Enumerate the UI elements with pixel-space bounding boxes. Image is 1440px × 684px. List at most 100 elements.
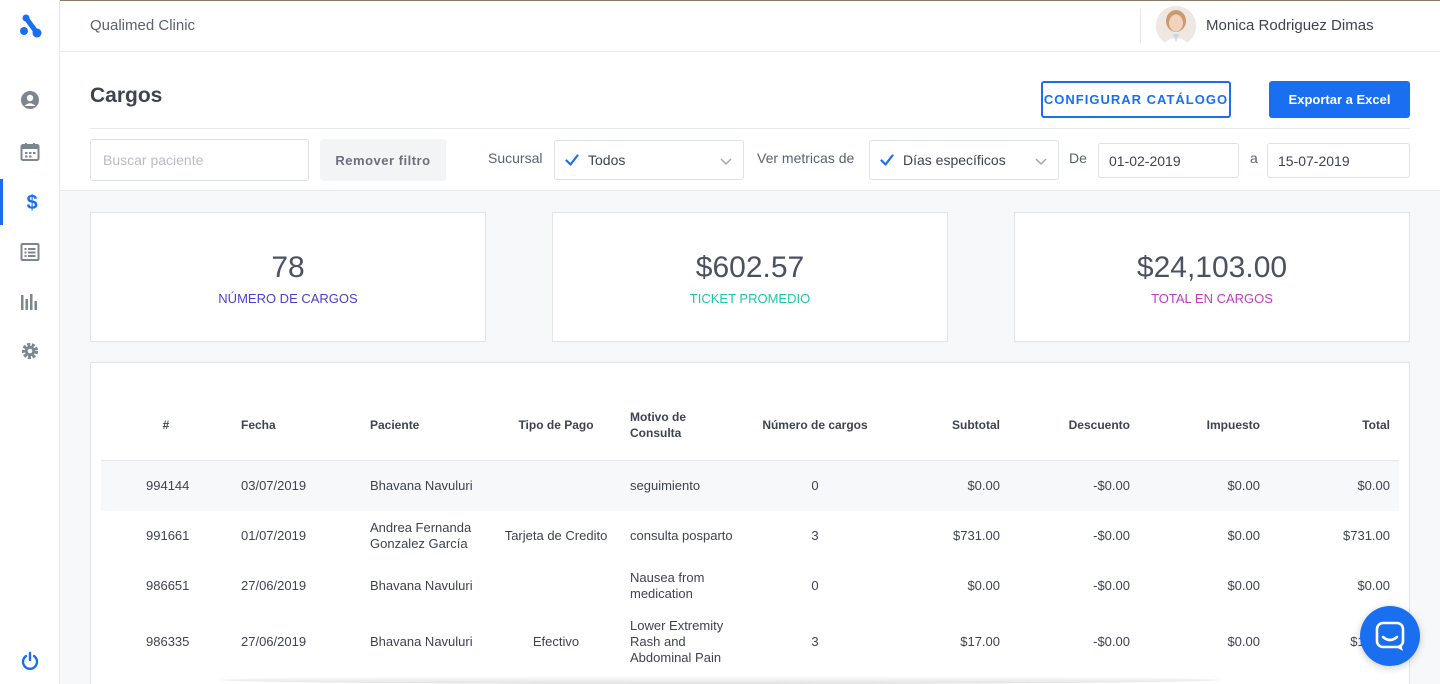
cell-charge-count: 0	[811, 578, 819, 593]
cell-patient[interactable]: Andrea Fernanda Gonzalez García	[370, 520, 490, 552]
from-date-input[interactable]	[1098, 143, 1239, 178]
cell-discount: -$0.00	[1093, 634, 1130, 649]
stat-value: 78	[271, 251, 305, 284]
cell-patient[interactable]: Bhavana Navuluri	[370, 578, 490, 594]
cell-total: $0.00	[1357, 578, 1390, 593]
logout-button[interactable]	[0, 638, 60, 684]
column-header-charge-count[interactable]: Número de cargos	[745, 417, 885, 433]
stat-value: $24,103.00	[1136, 251, 1288, 284]
metrics-select[interactable]: Días específicos	[869, 140, 1059, 180]
cell-tax: $0.00	[1227, 528, 1260, 543]
cell-id: 986335	[146, 634, 190, 649]
stat-card-total-charges: $24,103.00 TOTAL EN CARGOS	[1014, 212, 1410, 342]
cell-payment-type: Tarjeta de Credito	[504, 528, 608, 543]
cell-id: 994144	[146, 478, 190, 493]
avatar-photo-icon	[1156, 6, 1196, 46]
sidebar-item-reports[interactable]	[0, 279, 60, 325]
table-row[interactable]: 986335 27/06/2019 Bhavana Navuluri Efect…	[101, 611, 1399, 671]
stat-card-average-ticket: $602.57 TICKET PROMEDIO	[552, 212, 948, 342]
export-excel-button[interactable]: Exportar a Excel	[1269, 81, 1410, 118]
chat-bubble-icon	[1375, 621, 1405, 651]
app-logo-icon[interactable]	[18, 13, 44, 39]
main-content: Cargos CONFIGURAR CATÁLOGO Exportar a Ex…	[60, 52, 1440, 684]
cell-patient[interactable]: Bhavana Navuluri	[370, 634, 490, 650]
chat-launcher-button[interactable]	[1360, 606, 1420, 666]
column-header-reason[interactable]: Motivo de Consulta	[630, 409, 710, 441]
list-icon	[20, 243, 40, 261]
configure-catalog-button[interactable]: CONFIGURAR CATÁLOGO	[1041, 81, 1231, 118]
cell-reason: seguimiento	[630, 478, 701, 493]
cell-charge-count: 3	[811, 528, 819, 543]
table-row[interactable]: 986651 27/06/2019 Bhavana Navuluri Nause…	[101, 561, 1399, 611]
column-header-tax[interactable]: Impuesto	[1180, 417, 1260, 433]
stat-label: NÚMERO DE CARGOS	[218, 291, 358, 306]
column-header-date[interactable]: Fecha	[241, 417, 276, 433]
stat-label: TOTAL EN CARGOS	[1151, 291, 1273, 306]
cell-date: 27/06/2019	[241, 634, 307, 649]
sidebar-item-patients[interactable]	[0, 77, 60, 123]
to-label: a	[1250, 150, 1258, 166]
cell-total: $0.00	[1357, 478, 1390, 493]
cell-discount: -$0.00	[1093, 578, 1130, 593]
charges-table: # Fecha Paciente Tipo de Pago Motivo de …	[90, 362, 1410, 684]
avatar[interactable]	[1156, 6, 1196, 46]
column-header-subtotal[interactable]: Subtotal	[920, 417, 1000, 433]
gear-icon	[21, 342, 39, 360]
sidebar-item-records[interactable]	[0, 229, 60, 275]
chevron-down-icon	[1035, 158, 1047, 166]
sidebar: $	[0, 0, 60, 684]
top-bar: Qualimed Clinic Monica Rodriguez Dimas	[60, 0, 1440, 52]
cell-reason: Nausea from medication	[630, 570, 705, 601]
cell-tax: $0.00	[1227, 478, 1260, 493]
cell-payment-type: Efectivo	[532, 634, 580, 649]
branch-select[interactable]: Todos	[554, 140, 744, 180]
user-circle-icon	[21, 91, 39, 109]
cell-charge-count: 0	[811, 478, 819, 493]
divider	[90, 128, 1410, 129]
column-header-payment-type[interactable]: Tipo de Pago	[496, 417, 616, 433]
cell-patient[interactable]: Bhavana Navuluri	[370, 478, 490, 494]
check-icon	[880, 154, 894, 166]
calendar-icon	[20, 143, 40, 161]
column-header-id[interactable]: #	[146, 417, 186, 433]
cell-reason: consulta posparto	[630, 528, 733, 543]
sidebar-item-settings[interactable]	[0, 328, 60, 374]
stat-value: $602.57	[695, 251, 805, 284]
table-row[interactable]: 994144 03/07/2019 Bhavana Navuluri segui…	[101, 461, 1399, 511]
search-patient-input[interactable]	[90, 139, 309, 181]
scroll-shadow	[220, 676, 1220, 684]
branch-label: Sucursal	[488, 150, 543, 166]
divider	[1140, 9, 1141, 43]
cell-discount: -$0.00	[1093, 528, 1130, 543]
cell-date: 01/07/2019	[241, 528, 307, 543]
stat-label: TICKET PROMEDIO	[689, 291, 811, 306]
sidebar-item-charges[interactable]: $	[0, 179, 60, 225]
page-title: Cargos	[90, 84, 163, 107]
metrics-label: Ver metricas de	[757, 150, 855, 166]
cell-total: $731.00	[1343, 528, 1390, 543]
check-icon	[565, 154, 579, 166]
column-header-total[interactable]: Total	[1310, 417, 1390, 433]
cell-subtotal: $731.00	[953, 528, 1000, 543]
page-header: Cargos CONFIGURAR CATÁLOGO Exportar a Ex…	[60, 52, 1440, 191]
cell-id: 986651	[146, 578, 190, 593]
cell-subtotal: $0.00	[967, 578, 1000, 593]
cell-id: 991661	[146, 528, 190, 543]
clinic-name: Qualimed Clinic	[90, 17, 196, 34]
user-name[interactable]: Monica Rodriguez Dimas	[1206, 17, 1374, 34]
column-header-discount[interactable]: Descuento	[1050, 417, 1130, 433]
cell-discount: -$0.00	[1093, 478, 1130, 493]
table-row[interactable]: 991661 01/07/2019 Andrea Fernanda Gonzal…	[101, 511, 1399, 561]
column-header-patient[interactable]: Paciente	[370, 417, 419, 433]
cell-tax: $0.00	[1227, 634, 1260, 649]
power-icon	[21, 651, 39, 670]
svg-text:$: $	[26, 192, 37, 212]
cell-date: 03/07/2019	[241, 478, 307, 493]
sidebar-item-calendar[interactable]	[0, 129, 60, 175]
to-date-input[interactable]	[1267, 143, 1410, 178]
cell-reason: Lower Extremity Rash and Abdominal Pain	[630, 618, 724, 665]
stat-card-charges-count: 78 NÚMERO DE CARGOS	[90, 212, 486, 342]
dollar-icon: $	[26, 192, 37, 212]
cell-tax: $0.00	[1227, 578, 1260, 593]
remove-filter-button[interactable]: Remover filtro	[320, 139, 446, 181]
